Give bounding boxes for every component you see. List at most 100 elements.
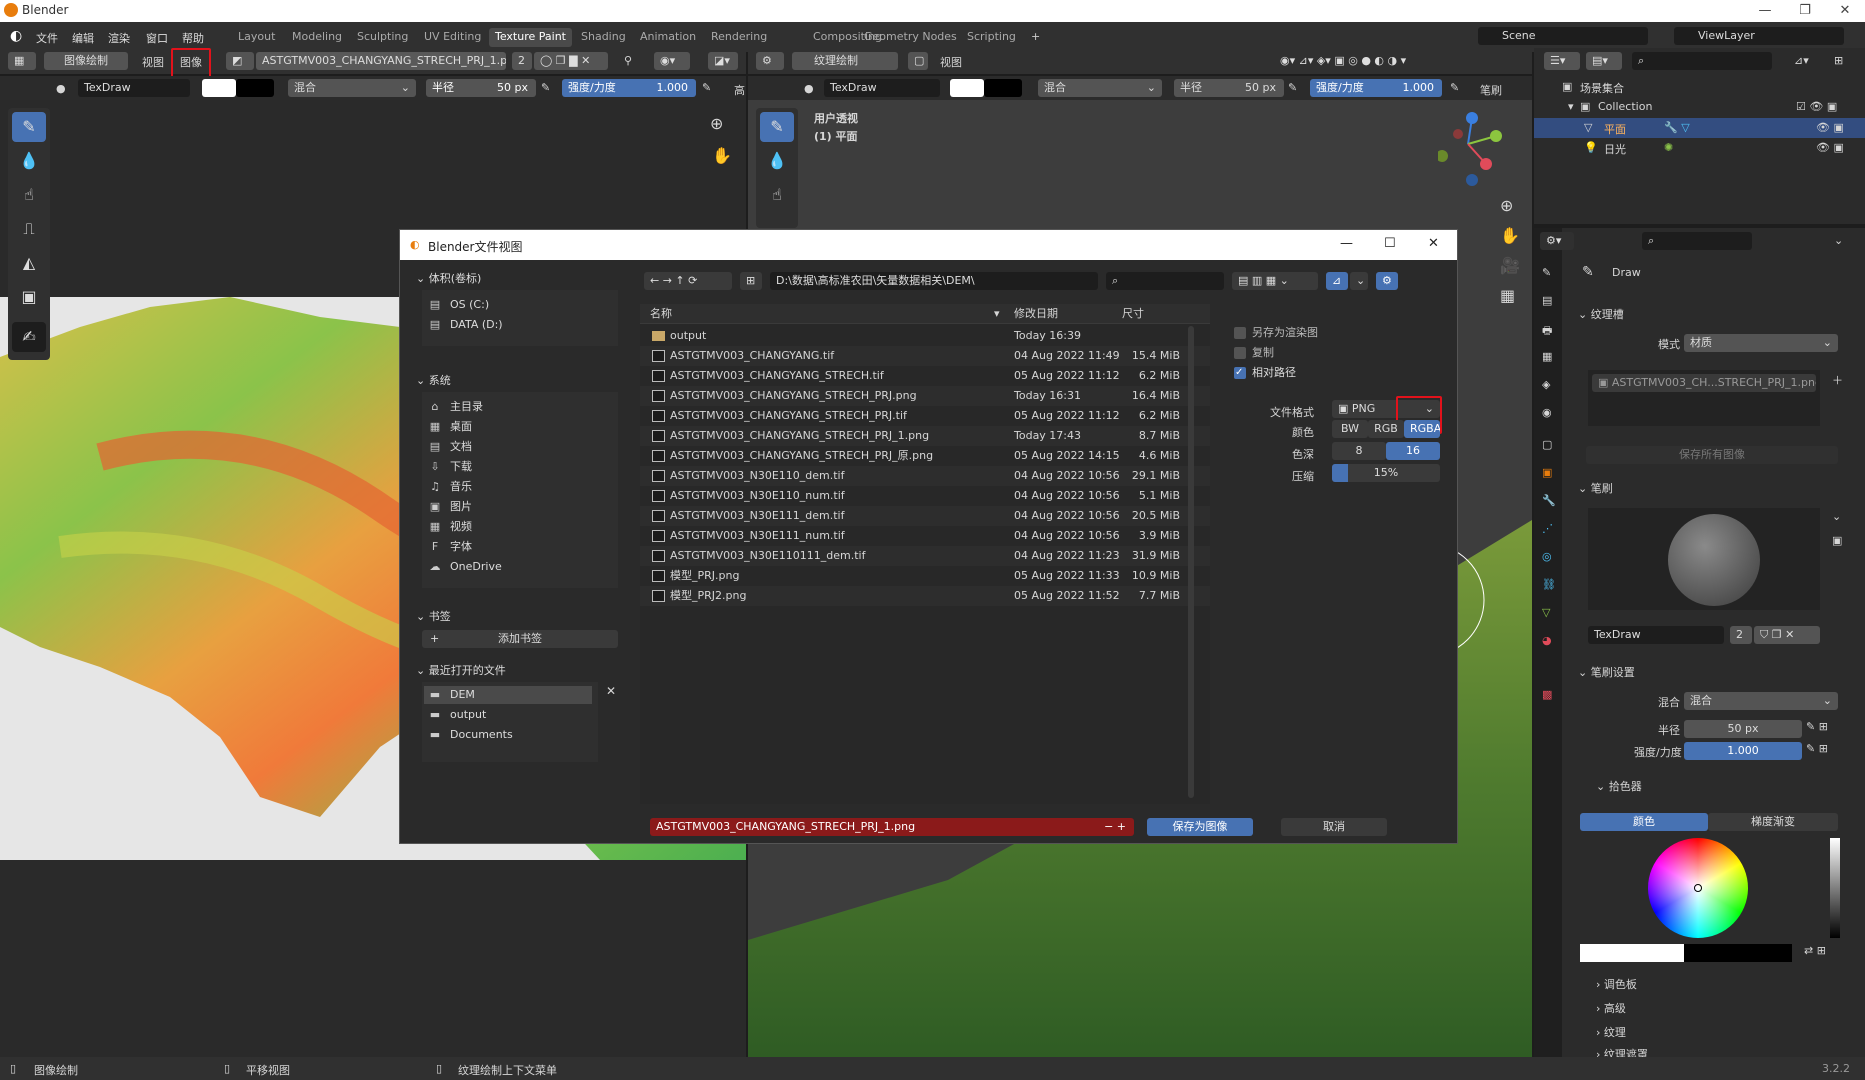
outliner-collection[interactable]: Collection: [1598, 100, 1652, 113]
viewport-soften-tool-icon[interactable]: 💧: [760, 146, 794, 176]
brush-actions[interactable]: ⛉ ❐ ✕: [1754, 626, 1820, 644]
pressure-icon[interactable]: ✎: [541, 81, 550, 94]
viewport-secondary-color[interactable]: [984, 79, 1022, 97]
brush-settings-header[interactable]: ⌄ 笔刷设置: [1578, 664, 1635, 680]
image-display-dropdown[interactable]: ◪▾: [708, 52, 738, 70]
texture-section[interactable]: › 纹理: [1596, 1024, 1626, 1040]
recent-header[interactable]: ⌄ 最近打开的文件: [416, 662, 506, 678]
fill-tool-icon[interactable]: ◭: [12, 248, 46, 278]
image-menu[interactable]: 图像: [180, 54, 202, 70]
system-home[interactable]: ⌂ 主目录: [428, 398, 484, 416]
brush-blend-dropdown[interactable]: 混合 ⌄: [1684, 692, 1838, 710]
navigation-gizmo-icon[interactable]: [1438, 112, 1508, 188]
viewport-zoom-icon[interactable]: ⊕: [1500, 196, 1513, 215]
menu-render[interactable]: 渲染: [108, 30, 130, 46]
texture-tab-icon[interactable]: ▩: [1542, 688, 1552, 701]
outliner-scene-collection[interactable]: 场景集合: [1580, 80, 1624, 96]
recent-output[interactable]: ▬ output: [428, 706, 487, 724]
save-all-images-button[interactable]: 保存所有图像: [1586, 446, 1838, 464]
file-row[interactable]: ASTGTMV003_CHANGYANG_STRECH.tif 05 Aug 20…: [640, 366, 1210, 386]
image-brush-field[interactable]: TexDraw: [78, 79, 190, 97]
outliner-search-input[interactable]: ⌕: [1632, 52, 1772, 70]
viewlayer-selector[interactable]: ViewLayer: [1674, 27, 1844, 45]
viewport-smear-tool-icon[interactable]: ☝: [760, 180, 794, 210]
pressure-strength-icon[interactable]: ✎: [702, 81, 711, 94]
smear-tool-icon[interactable]: ☝: [12, 180, 46, 210]
nav-buttons[interactable]: ← → ↑ ⟳: [644, 272, 732, 290]
viewport-pan-icon[interactable]: ✋: [1500, 226, 1520, 245]
tab-scripting[interactable]: Scripting: [961, 28, 1022, 47]
color-bw-button[interactable]: BW: [1332, 420, 1368, 438]
collection-checkbox-icon[interactable]: ☑ 👁 ▣: [1796, 100, 1837, 113]
file-row[interactable]: ASTGTMV003_CHANGYANG_STRECH_PRJ_原.png 05 …: [640, 446, 1210, 466]
texture-mode-dropdown[interactable]: 材质 ⌄: [1684, 334, 1838, 352]
option-copy[interactable]: 复制: [1234, 344, 1274, 362]
system-music[interactable]: ♫ 音乐: [428, 478, 472, 496]
cancel-button[interactable]: 取消: [1281, 818, 1387, 836]
settings-gear-icon[interactable]: ⚙: [1376, 272, 1398, 290]
collection-expand-icon[interactable]: ▾: [1568, 100, 1574, 113]
file-row[interactable]: ASTGTMV003_CHANGYANG_STRECH_PRJ_1.png Tod…: [640, 426, 1210, 446]
brush-dropdown-icon[interactable]: ⌄: [1832, 510, 1841, 523]
file-row[interactable]: 模型_PRJ2.png 05 Aug 2022 11:52 7.7 MiB: [640, 586, 1210, 606]
viewport-primary-color[interactable]: [950, 79, 984, 97]
collection-tab-icon[interactable]: ▢: [1542, 438, 1552, 451]
material-tab-icon[interactable]: ◕: [1542, 634, 1552, 647]
file-row[interactable]: ASTGTMV003_N30E111_num.tif 04 Aug 2022 10…: [640, 526, 1210, 546]
tab-geometry-nodes[interactable]: Geometry Nodes: [858, 28, 963, 47]
depth-16-button[interactable]: 16: [1386, 442, 1440, 460]
minimize-button[interactable]: —: [1745, 0, 1785, 22]
light-visibility-icon[interactable]: 👁 ▣: [1816, 141, 1844, 154]
option-save-as-render[interactable]: 另存为渲染图: [1234, 324, 1318, 342]
primary-color-swatch[interactable]: [202, 79, 236, 97]
menu-edit[interactable]: 编辑: [72, 30, 94, 46]
file-list-scrollbar[interactable]: [1188, 326, 1194, 798]
color-picker-header[interactable]: ⌄ 拾色器: [1596, 778, 1642, 794]
folder-row[interactable]: output Today 16:39: [640, 326, 1210, 346]
recent-documents[interactable]: ▬ Documents: [428, 726, 513, 744]
viewport-brush-menu[interactable]: 笔刷: [1480, 82, 1502, 98]
brush-preview[interactable]: [1588, 508, 1820, 610]
outliner-light-label[interactable]: 日光: [1604, 141, 1626, 157]
display-mode-buttons[interactable]: ▤ ▥ ▦ ⌄: [1232, 272, 1318, 290]
close-window-button[interactable]: ✕: [1825, 0, 1865, 22]
particles-tab-icon[interactable]: ⋰: [1542, 522, 1553, 535]
world-tab-icon[interactable]: ◉: [1542, 406, 1552, 419]
image-browse-button[interactable]: ◩: [226, 52, 254, 70]
swap-colors-icon[interactable]: ⇄ ⊞: [1804, 944, 1826, 957]
render-tab-icon[interactable]: ▤: [1542, 294, 1552, 307]
add-bookmark-button[interactable]: + 添加书签: [422, 630, 618, 648]
secondary-color-swatch[interactable]: [236, 79, 274, 97]
mask-tool-icon[interactable]: ▣: [12, 282, 46, 312]
texture-slot-item[interactable]: ▣ ASTGTMV003_CH...STRECH_PRJ_1.png: [1592, 374, 1816, 392]
tab-layout[interactable]: Layout: [232, 28, 281, 47]
volumes-header[interactable]: ⌄ 体积(卷标): [416, 270, 481, 286]
tab-uv-editing[interactable]: UV Editing: [418, 28, 487, 47]
tab-texture-paint[interactable]: Texture Paint: [489, 28, 572, 47]
color-rgb-button[interactable]: RGB: [1368, 420, 1404, 438]
file-row[interactable]: ASTGTMV003_CHANGYANG.tif 04 Aug 2022 11:4…: [640, 346, 1210, 366]
column-size[interactable]: 尺寸: [1122, 304, 1144, 324]
brush-image-icon[interactable]: ▣: [1832, 534, 1842, 547]
file-row[interactable]: ASTGTMV003_N30E110_num.tif 04 Aug 2022 10…: [640, 486, 1210, 506]
file-row[interactable]: ASTGTMV003_CHANGYANG_STRECH_PRJ.png Today…: [640, 386, 1210, 406]
color-wheel-cursor[interactable]: [1694, 884, 1702, 892]
tab-rendering[interactable]: Rendering: [705, 28, 773, 47]
tab-modeling[interactable]: Modeling: [286, 28, 348, 47]
system-header[interactable]: ⌄ 系统: [416, 372, 451, 388]
tab-color[interactable]: 颜色: [1580, 813, 1708, 831]
filter-dropdown-icon[interactable]: ⌄: [1350, 272, 1368, 290]
annotate-tool-icon[interactable]: ✍: [12, 322, 46, 352]
compression-slider[interactable]: 15%: [1332, 464, 1440, 482]
maximize-button[interactable]: ❐: [1785, 0, 1825, 22]
output-tab-icon[interactable]: 🖶: [1542, 322, 1552, 341]
image-name-field[interactable]: ASTGTMV003_CHANGYANG_STRECH_PRJ_1.png: [256, 52, 506, 70]
clear-recent-icon[interactable]: ✕: [606, 684, 616, 698]
viewport-editor-type[interactable]: ⚙: [756, 52, 784, 70]
color-wheel[interactable]: [1648, 838, 1748, 938]
tab-shading[interactable]: Shading: [575, 28, 632, 47]
draw-tool-icon[interactable]: ✎: [12, 112, 46, 142]
menu-help[interactable]: 帮助: [182, 30, 204, 46]
viewport-pressure-icon[interactable]: ✎: [1288, 81, 1297, 94]
file-format-dropdown[interactable]: ▣ PNG ⌄: [1332, 400, 1440, 418]
